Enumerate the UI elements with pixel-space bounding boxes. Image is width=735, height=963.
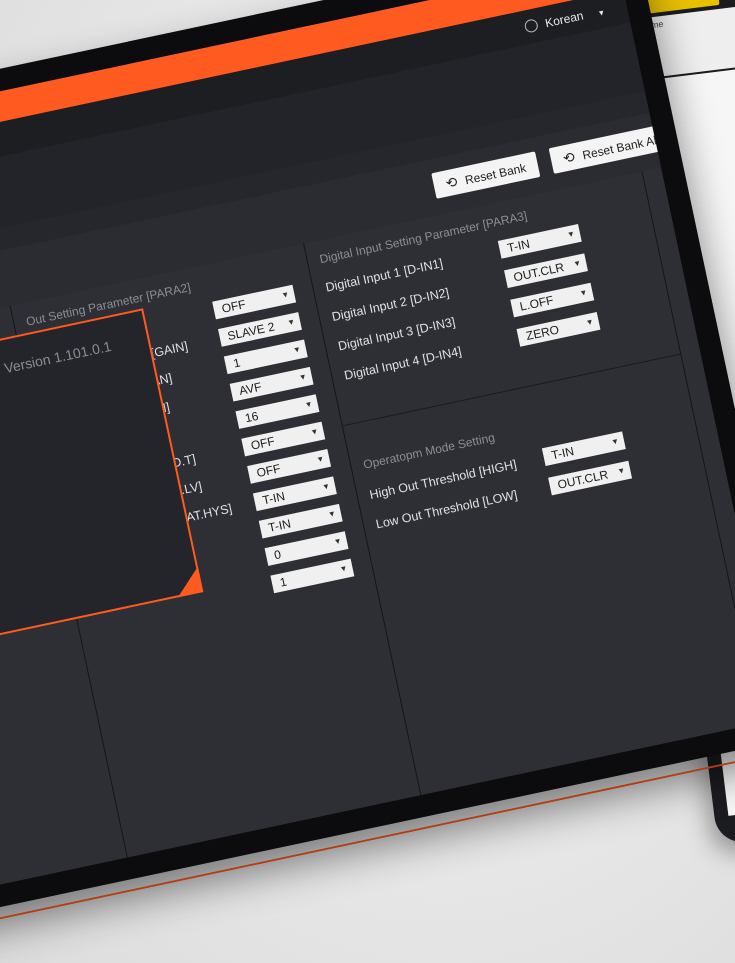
- select-value: L.OFF: [518, 292, 555, 314]
- reset-icon: ⟲: [444, 173, 459, 192]
- reset-bank-button[interactable]: ⟲ Reset Bank: [431, 151, 541, 199]
- dropdown-arrow-icon: ▼: [578, 287, 589, 299]
- param-select[interactable]: T-IN ▼: [497, 224, 582, 259]
- dropdown-arrow-icon: ▼: [303, 399, 314, 410]
- select-value: OFF: [255, 461, 282, 481]
- language-label: Korean: [543, 8, 585, 31]
- dropdown-arrow-icon: ▼: [327, 508, 337, 520]
- reset-all-icon: ⟲: [561, 148, 577, 167]
- select-value: T-IN: [261, 489, 287, 508]
- dropdown-arrow-icon: ▼: [566, 228, 576, 240]
- reset-bank-label: Reset Bank: [463, 160, 528, 188]
- globe-icon: [523, 18, 539, 34]
- tablet-device: – □ × Korean▾ ⟲Reset Bank ⟲Reset Bank Al…: [0, 0, 735, 955]
- reset-bank-all-label: Reset Bank All: [581, 132, 661, 163]
- select-value: T-IN: [266, 516, 293, 535]
- select-value: AVF: [237, 379, 263, 398]
- select-value: 0: [272, 547, 283, 563]
- dropdown-arrow-icon: ▼: [280, 289, 291, 301]
- select-value: T-IN: [506, 236, 532, 256]
- select-value: SLAVE 2: [226, 319, 276, 344]
- select-value: OFF: [220, 297, 247, 316]
- select-value: 16: [243, 408, 260, 426]
- dropdown-arrow-icon: ▼: [610, 436, 620, 447]
- select-value: OUT.CLR: [512, 260, 566, 285]
- select-value: 1: [232, 355, 242, 371]
- dropdown-arrow-icon: ▼: [286, 317, 297, 328]
- dropdown-arrow-icon: ▼: [572, 258, 583, 269]
- dropdown-arrow-icon: ▼: [332, 536, 343, 547]
- dropdown-arrow-icon: ▼: [309, 426, 320, 438]
- select-value: ZERO: [524, 322, 561, 344]
- dropdown-arrow-icon: ▼: [298, 371, 308, 383]
- corner-accent: [172, 566, 204, 598]
- param-select[interactable]: T-IN ▼: [541, 431, 626, 467]
- chevron-down-icon: ▾: [598, 7, 605, 18]
- select-value: 1: [278, 574, 289, 590]
- select-value: OFF: [249, 434, 276, 453]
- dropdown-arrow-icon: ▼: [616, 465, 627, 477]
- dropdown-arrow-icon: ▼: [584, 316, 595, 328]
- select-value: OUT.CLR: [556, 467, 610, 492]
- dropdown-arrow-icon: ▼: [321, 481, 331, 492]
- dropdown-arrow-icon: ▼: [338, 563, 349, 575]
- version-label: Version 1.101.0.1: [2, 337, 113, 377]
- select-value: T-IN: [550, 444, 576, 463]
- dropdown-arrow-icon: ▼: [292, 344, 302, 355]
- dropdown-arrow-icon: ▼: [315, 454, 326, 465]
